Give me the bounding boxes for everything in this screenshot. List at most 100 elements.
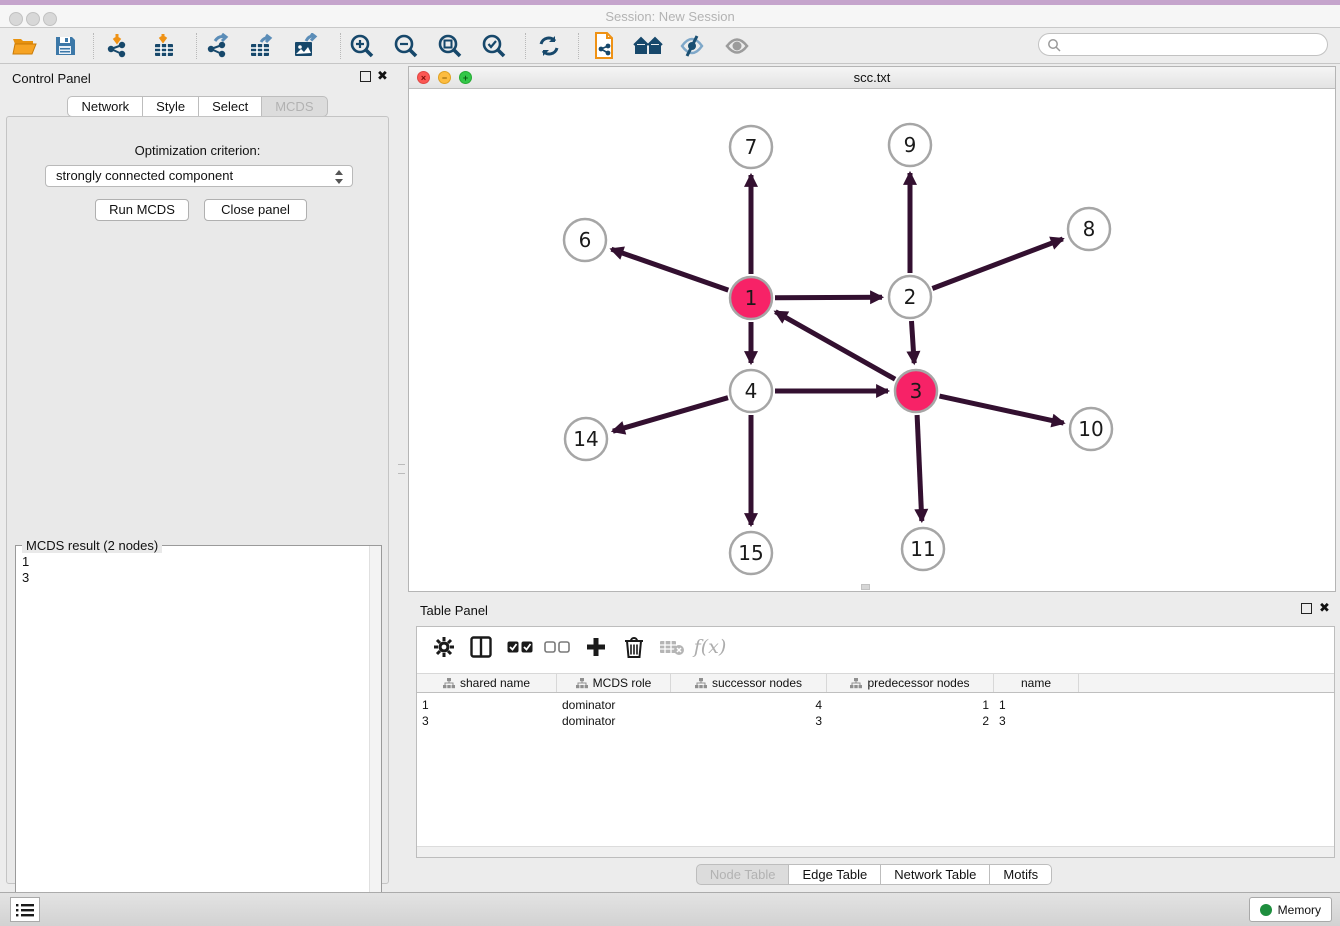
save-session-button[interactable] bbox=[48, 31, 82, 61]
graph-edge[interactable] bbox=[775, 312, 895, 380]
graph-node[interactable]: 1 bbox=[730, 277, 772, 319]
graph-node[interactable]: 2 bbox=[889, 276, 931, 318]
function-builder-button[interactable]: f(x) bbox=[695, 632, 725, 662]
import-table-button[interactable] bbox=[147, 31, 181, 61]
export-image-button[interactable] bbox=[289, 31, 323, 61]
houses-icon bbox=[633, 35, 663, 57]
graph-node[interactable]: 3 bbox=[895, 370, 937, 412]
graph-node[interactable]: 4 bbox=[730, 370, 772, 412]
cell-mcds-role[interactable]: dominator bbox=[557, 697, 671, 713]
optimization-criterion-label: Optimization criterion: bbox=[7, 143, 388, 158]
cell-shared-name[interactable]: 1 bbox=[417, 697, 557, 713]
cell-predecessor-nodes[interactable]: 2 bbox=[827, 713, 994, 729]
tab-select[interactable]: Select bbox=[198, 96, 262, 117]
graph-edge[interactable] bbox=[912, 321, 915, 363]
table-tabs: Node Table Edge Table Network Table Moti… bbox=[408, 864, 1340, 885]
cell-successor-nodes[interactable]: 3 bbox=[671, 713, 827, 729]
result-scrollbar[interactable] bbox=[369, 546, 381, 920]
network-from-selection-button[interactable] bbox=[587, 31, 621, 61]
cell-predecessor-nodes[interactable]: 1 bbox=[827, 697, 994, 713]
status-bar: Memory bbox=[0, 892, 1340, 926]
task-history-button[interactable] bbox=[10, 897, 40, 922]
graph-edge[interactable] bbox=[940, 396, 1064, 423]
table-row[interactable]: 3 dominator 3 2 3 bbox=[417, 713, 1334, 729]
zoom-in-button[interactable] bbox=[345, 31, 379, 61]
import-network-icon bbox=[105, 33, 131, 59]
save-disk-icon bbox=[54, 35, 76, 57]
open-session-button[interactable] bbox=[8, 31, 42, 61]
delete-column-button[interactable] bbox=[619, 632, 649, 662]
graph-edge[interactable] bbox=[775, 297, 882, 298]
graph-edge[interactable] bbox=[613, 398, 728, 432]
close-table-panel-icon[interactable]: ✖ bbox=[1319, 601, 1330, 615]
graph-node[interactable]: 7 bbox=[730, 126, 772, 168]
column-header-successor-nodes[interactable]: successor nodes bbox=[671, 674, 827, 692]
graph-edge[interactable] bbox=[932, 239, 1062, 289]
delete-table-button[interactable] bbox=[657, 632, 687, 662]
first-neighbors-button[interactable] bbox=[631, 31, 665, 61]
control-panel-tabs: Network Style Select MCDS bbox=[0, 96, 395, 117]
tab-motifs[interactable]: Motifs bbox=[989, 864, 1052, 885]
add-column-button[interactable] bbox=[581, 632, 611, 662]
mcds-result-text[interactable]: 1 3 bbox=[22, 554, 29, 586]
zoom-out-icon bbox=[393, 33, 419, 59]
select-all-button[interactable] bbox=[505, 632, 535, 662]
table-settings-button[interactable] bbox=[429, 632, 459, 662]
cell-mcds-role[interactable]: dominator bbox=[557, 713, 671, 729]
graph-node[interactable]: 11 bbox=[902, 528, 944, 570]
graph-edge[interactable] bbox=[611, 249, 728, 290]
graph-node[interactable]: 10 bbox=[1070, 408, 1112, 450]
zoom-fit-button[interactable] bbox=[433, 31, 467, 61]
column-header-name[interactable]: name bbox=[994, 674, 1079, 692]
cell-name[interactable]: 3 bbox=[994, 713, 1079, 729]
search-input[interactable] bbox=[1061, 38, 1311, 52]
graph-node[interactable]: 14 bbox=[565, 418, 607, 460]
tab-edge-table[interactable]: Edge Table bbox=[788, 864, 881, 885]
hide-selected-button[interactable] bbox=[675, 31, 709, 61]
memory-button[interactable]: Memory bbox=[1249, 897, 1332, 922]
network-graph: 7 9 6 8 1 2 4 3 14 10 15 11 bbox=[409, 89, 1335, 591]
canvas-scroll-grip[interactable] bbox=[861, 584, 870, 590]
search-field[interactable] bbox=[1038, 33, 1328, 56]
network-canvas[interactable]: 7 9 6 8 1 2 4 3 14 10 15 11 bbox=[409, 89, 1335, 591]
open-folder-icon bbox=[12, 35, 38, 57]
zoom-selected-button[interactable] bbox=[477, 31, 511, 61]
graph-node[interactable]: 15 bbox=[730, 532, 772, 574]
column-header-shared-name[interactable]: shared name bbox=[417, 674, 557, 692]
optimization-criterion-select[interactable]: strongly connected component bbox=[45, 165, 353, 187]
column-label: MCDS role bbox=[593, 676, 652, 690]
table-row[interactable]: 1 dominator 4 1 1 bbox=[417, 697, 1334, 713]
network-window-titlebar[interactable]: × − + scc.txt bbox=[409, 67, 1335, 89]
float-table-panel-icon[interactable] bbox=[1301, 603, 1312, 614]
split-panel-button[interactable] bbox=[466, 632, 496, 662]
export-table-button[interactable] bbox=[245, 31, 279, 61]
deselect-all-button[interactable] bbox=[542, 632, 572, 662]
column-header-predecessor-nodes[interactable]: predecessor nodes bbox=[827, 674, 994, 692]
show-all-button[interactable] bbox=[720, 31, 754, 61]
table-horizontal-scrollbar[interactable] bbox=[417, 846, 1334, 857]
cell-shared-name[interactable]: 3 bbox=[417, 713, 557, 729]
graph-node[interactable]: 6 bbox=[564, 219, 606, 261]
tab-network-table[interactable]: Network Table bbox=[880, 864, 990, 885]
tab-mcds[interactable]: MCDS bbox=[261, 96, 327, 117]
float-panel-icon[interactable] bbox=[360, 71, 371, 82]
tab-network[interactable]: Network bbox=[67, 96, 143, 117]
close-panel-icon[interactable]: ✖ bbox=[377, 69, 388, 83]
apply-layout-button[interactable] bbox=[532, 31, 566, 61]
graph-edge[interactable] bbox=[917, 415, 922, 521]
graph-node[interactable]: 8 bbox=[1068, 208, 1110, 250]
import-network-button[interactable] bbox=[101, 31, 135, 61]
tab-node-table[interactable]: Node Table bbox=[696, 864, 790, 885]
run-mcds-button[interactable]: Run MCDS bbox=[95, 199, 189, 221]
column-header-mcds-role[interactable]: MCDS role bbox=[557, 674, 671, 692]
export-network-button[interactable] bbox=[201, 31, 235, 61]
main-toolbar bbox=[0, 28, 1340, 64]
cell-successor-nodes[interactable]: 4 bbox=[671, 697, 827, 713]
graph-node[interactable]: 9 bbox=[889, 124, 931, 166]
cell-name[interactable]: 1 bbox=[994, 697, 1079, 713]
close-panel-button[interactable]: Close panel bbox=[204, 199, 307, 221]
panel-splitter[interactable] bbox=[395, 64, 408, 888]
zoom-out-button[interactable] bbox=[389, 31, 423, 61]
tab-style[interactable]: Style bbox=[142, 96, 199, 117]
unchecked-boxes-icon bbox=[544, 640, 570, 654]
